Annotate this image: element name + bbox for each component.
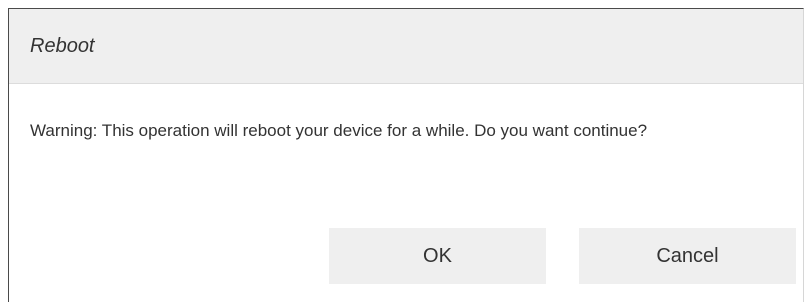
ok-button[interactable]: OK	[329, 228, 546, 284]
cancel-button[interactable]: Cancel	[579, 228, 796, 284]
dialog-message: Warning: This operation will reboot your…	[30, 121, 648, 140]
dialog-footer: OK Cancel	[9, 228, 803, 284]
reboot-dialog: Reboot Warning: This operation will rebo…	[8, 8, 804, 302]
dialog-title: Reboot	[30, 34, 95, 57]
dialog-header: Reboot	[9, 9, 803, 84]
